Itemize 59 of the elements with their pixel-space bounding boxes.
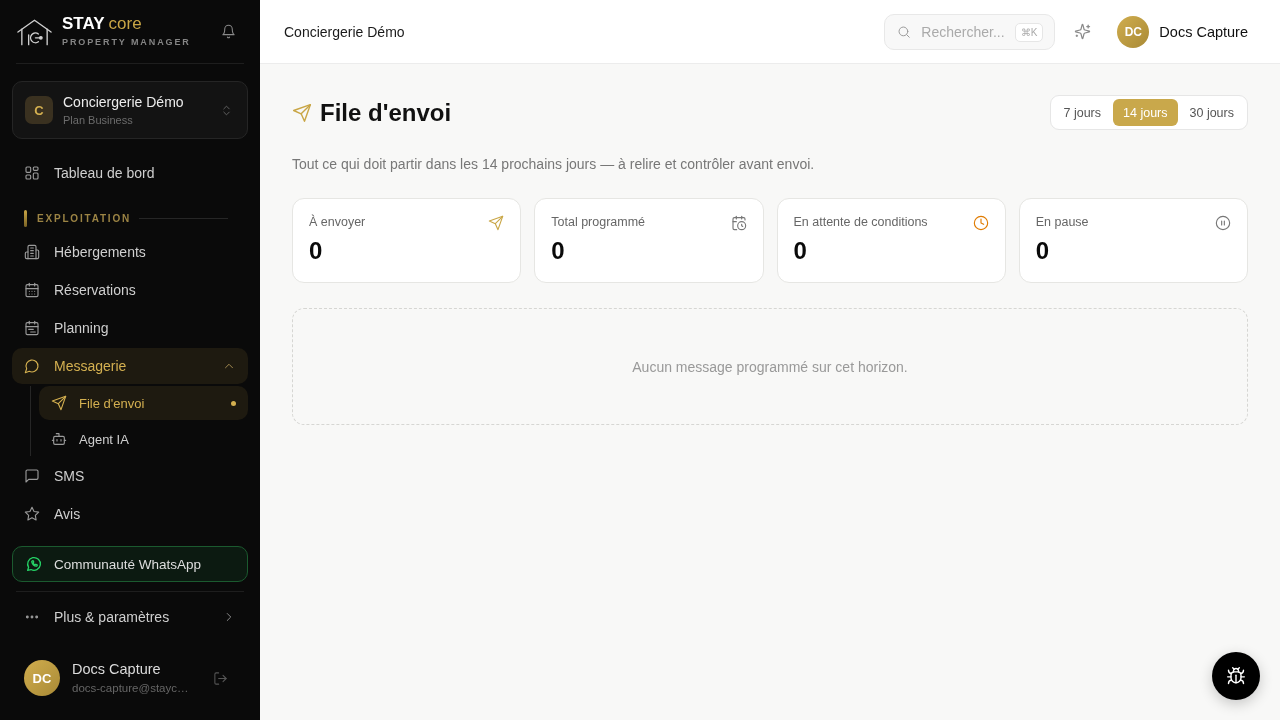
stat-label: En attente de conditions — [793, 215, 928, 230]
calendar-clock-icon — [730, 215, 747, 231]
paper-plane-icon — [51, 395, 67, 411]
logout-icon — [212, 670, 228, 686]
empty-message: Aucun message programmé sur cet horizon. — [632, 358, 908, 375]
workspace-avatar: C — [25, 96, 53, 124]
user-avatar: DC — [24, 660, 60, 696]
workspace-switcher[interactable]: C Conciergerie Démo Plan Business — [12, 81, 248, 139]
more-settings-item[interactable]: Plus & paramètres — [12, 599, 248, 635]
nav-item[interactable]: Tableau de bord — [12, 155, 248, 191]
stat-value: 0 — [309, 237, 324, 265]
clock-icon — [972, 215, 989, 231]
planning-calendar-icon — [24, 320, 40, 336]
workspace-name: Conciergerie Démo — [63, 93, 185, 111]
whatsapp-icon — [25, 555, 43, 573]
nav-item[interactable]: Messagerie — [12, 348, 248, 384]
chevrons-up-down-icon — [220, 103, 233, 117]
stat-label: À envoyer — [309, 215, 366, 230]
page-subtitle: Tout ce qui doit partir dans les 14 prochains jours — à relire et contrôler avant envoi. — [292, 155, 816, 173]
calendar-icon — [24, 282, 40, 298]
sparkles-icon — [1073, 23, 1091, 40]
nav-item[interactable]: Réservations — [12, 272, 248, 308]
section-label: EXPLOITATION — [37, 212, 131, 224]
stat-value: 0 — [1035, 237, 1051, 265]
brand-tagline: PROPERTY MANAGER — [62, 37, 192, 48]
star-icon — [24, 506, 40, 522]
ai-assistant-button[interactable] — [1072, 21, 1093, 42]
user-email: docs-capture@stayc… — [72, 681, 190, 695]
page-title: File d'envoi — [320, 98, 453, 127]
nav-item[interactable]: Avis — [12, 496, 248, 532]
stat-label: En pause — [1035, 215, 1089, 230]
workspace-plan: Plan Business — [63, 113, 134, 127]
range-tab[interactable]: 7 jours — [1053, 99, 1112, 126]
paper-plane-icon — [292, 102, 312, 123]
nav-item[interactable]: Hébergements — [12, 234, 248, 270]
user-name: Docs Capture — [72, 661, 162, 678]
robot-icon — [51, 431, 67, 447]
bell-icon — [220, 24, 236, 39]
active-dot-icon — [231, 400, 236, 406]
pause-circle-icon — [1215, 215, 1231, 231]
search-icon — [897, 24, 912, 39]
nav-subitem[interactable]: File d'envoi — [39, 386, 248, 420]
chat-bubble-icon — [24, 358, 40, 374]
paper-plane-icon — [488, 215, 505, 231]
bug-icon — [1226, 666, 1246, 686]
nav-item[interactable]: SMS — [12, 458, 248, 494]
stat-label: Total programmé — [551, 215, 646, 230]
community-link[interactable]: Communauté WhatsApp — [12, 546, 248, 582]
brand-name-accent: core — [108, 15, 142, 33]
nav-item[interactable]: Planning — [12, 310, 248, 346]
brand-name: STAY — [62, 15, 105, 33]
dashboard-grid-icon — [24, 165, 40, 181]
stat-value: 0 — [793, 237, 808, 265]
stat-value: 0 — [551, 237, 566, 265]
breadcrumb: Conciergerie Démo — [284, 23, 406, 40]
user-name[interactable]: Docs Capture — [1159, 23, 1248, 40]
building-icon — [24, 244, 40, 260]
nav-subitem[interactable]: Agent IA — [39, 422, 248, 456]
range-tab[interactable]: 30 jours — [1179, 99, 1244, 126]
